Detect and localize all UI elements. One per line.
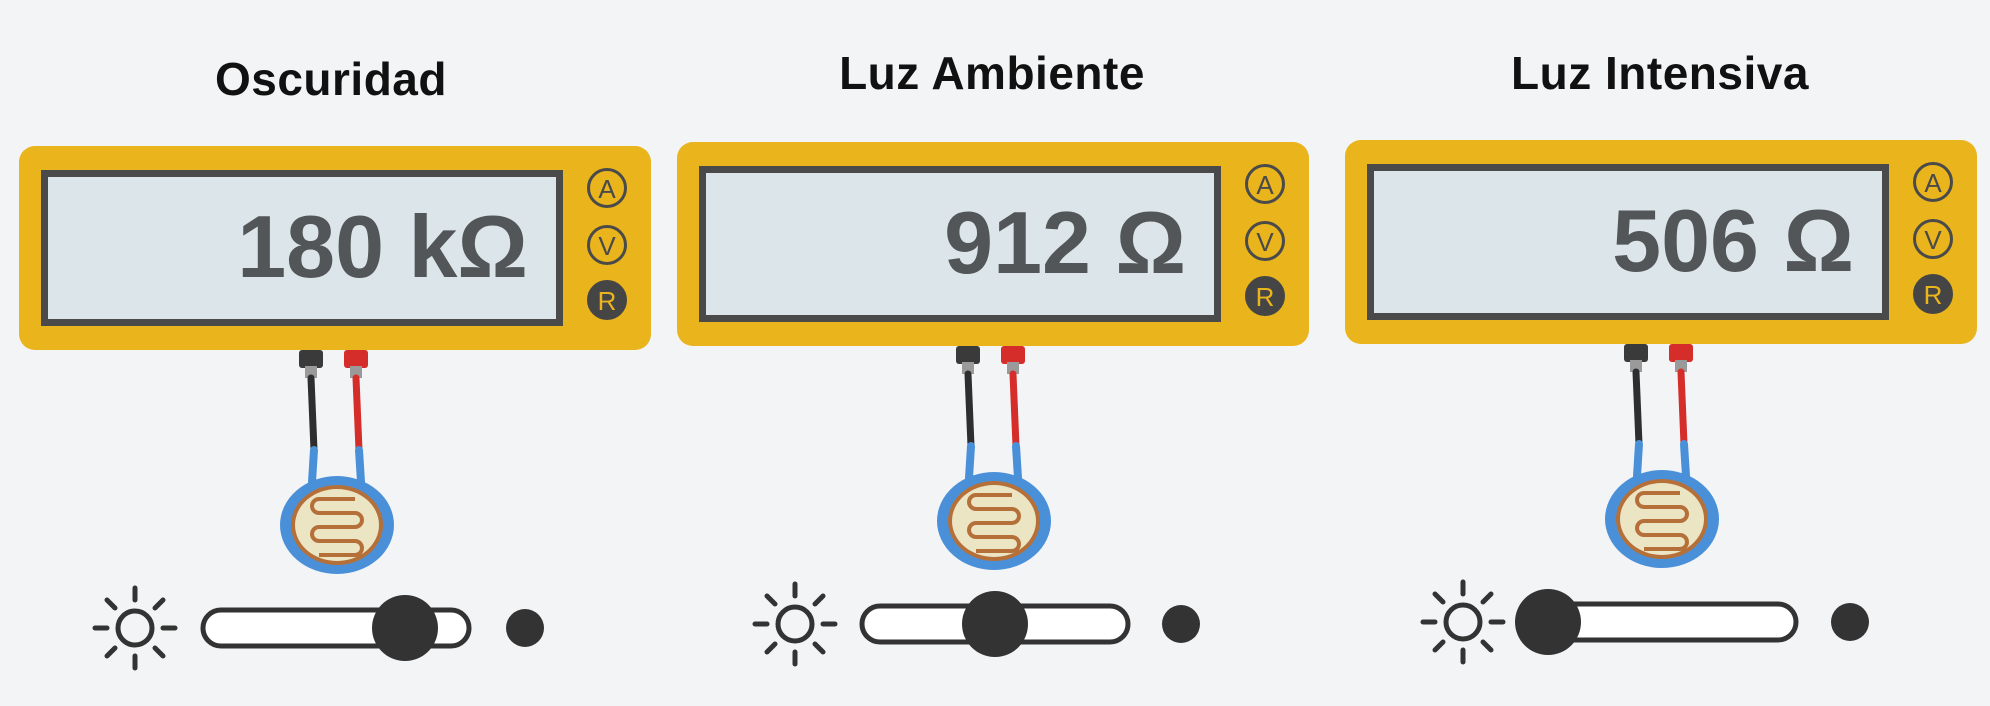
photoresistor[interactable] xyxy=(280,446,394,574)
stage: Oscuridad 180 kΩ A V R Luz Ambiente 912 … xyxy=(0,0,1990,706)
panel-luz-intensiva: Luz Intensiva 506 Ω A V R xyxy=(1345,0,1985,706)
red-probe[interactable] xyxy=(1001,346,1025,450)
indicator-dot xyxy=(1162,605,1200,643)
light-slider-knob xyxy=(372,595,438,661)
light-slider-knob xyxy=(1515,589,1581,655)
black-probe[interactable] xyxy=(299,350,323,454)
sensor-assembly xyxy=(1420,344,1869,665)
panel-oscuridad: Oscuridad 180 kΩ A V R xyxy=(19,0,659,706)
red-probe[interactable] xyxy=(1669,344,1693,448)
sun-icon xyxy=(1420,579,1506,665)
photoresistor[interactable] xyxy=(937,442,1051,570)
light-slider[interactable] xyxy=(859,591,1131,657)
sun-icon xyxy=(752,581,838,667)
black-probe[interactable] xyxy=(956,346,980,450)
sensor-assembly xyxy=(752,346,1200,667)
light-slider-knob xyxy=(962,591,1028,657)
indicator-dot xyxy=(506,609,544,647)
light-slider[interactable] xyxy=(1515,589,1799,655)
red-probe[interactable] xyxy=(344,350,368,454)
photoresistor[interactable] xyxy=(1605,440,1719,568)
black-probe[interactable] xyxy=(1624,344,1648,448)
panel-luz-ambiente: Luz Ambiente 912 Ω A V R xyxy=(677,0,1317,706)
light-slider[interactable]: ← xyxy=(200,595,472,661)
sun-icon xyxy=(92,585,178,671)
sensor-assembly: ← xyxy=(92,350,544,671)
indicator-dot xyxy=(1831,603,1869,641)
